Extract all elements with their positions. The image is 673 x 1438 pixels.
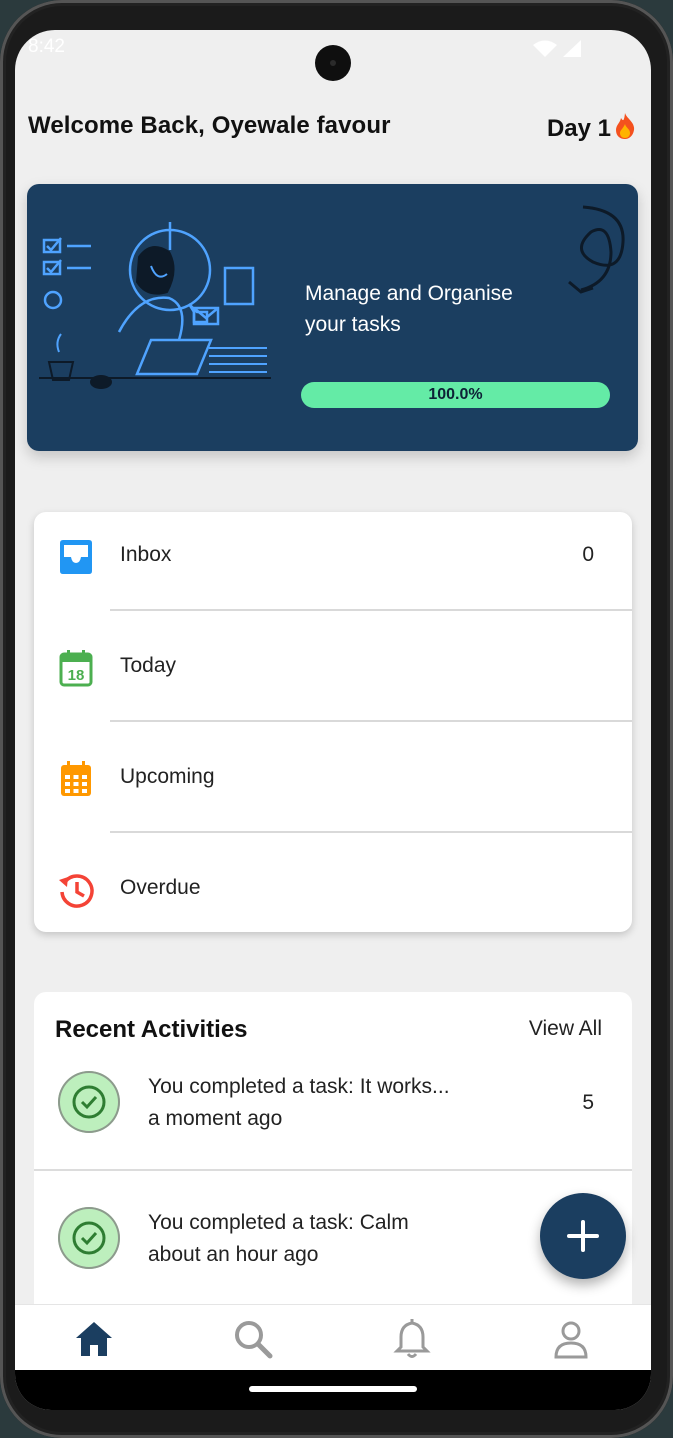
add-task-button[interactable]	[540, 1193, 626, 1279]
menu-item-label: Today	[120, 654, 177, 677]
progress-bar: 100.0%	[301, 382, 610, 408]
menu-item-inbox[interactable]: Inbox 0	[34, 512, 632, 623]
front-camera	[315, 45, 351, 81]
view-all-link[interactable]: View All	[529, 1017, 602, 1041]
home-icon	[76, 1322, 112, 1356]
svg-text:18: 18	[68, 667, 85, 684]
menu-item-label: Inbox	[120, 543, 172, 566]
inbox-icon	[60, 540, 92, 574]
plus-icon	[567, 1220, 599, 1252]
app-screen: 8:42 Welcome Back, Oyewale favour Day 1	[15, 30, 651, 1410]
home-gesture-bar[interactable]	[249, 1386, 417, 1392]
nav-home[interactable]	[72, 1317, 116, 1361]
system-navigation-area	[15, 1370, 651, 1410]
divider	[110, 720, 632, 722]
inbox-count: 0	[582, 543, 594, 566]
activity-time: about an hour ago	[148, 1243, 319, 1266]
nav-profile[interactable]	[549, 1317, 593, 1361]
bottom-navigation	[15, 1304, 651, 1371]
activity-item[interactable]: You completed a task: It works... a mome…	[34, 1071, 632, 1181]
status-time: 8:42	[28, 36, 65, 57]
nav-search[interactable]	[231, 1317, 275, 1361]
welcome-title: Welcome Back, Oyewale favour	[28, 112, 391, 139]
activity-time: a moment ago	[148, 1107, 283, 1130]
progress-banner: Manage and Organise your tasks 100.0%	[27, 184, 638, 451]
activity-count: 5	[582, 1091, 594, 1114]
check-circle-icon	[58, 1207, 120, 1269]
signal-wifi-icon	[533, 40, 581, 57]
nav-notifications[interactable]	[390, 1317, 434, 1361]
menu-item-overdue[interactable]: Overdue	[34, 845, 632, 956]
divider	[34, 1169, 632, 1171]
divider	[110, 609, 632, 611]
task-menu-card: Inbox 0 18 Today Upcoming Overdue	[34, 512, 632, 932]
menu-item-today[interactable]: 18 Today	[34, 623, 632, 734]
menu-item-upcoming[interactable]: Upcoming	[34, 734, 632, 845]
check-circle-icon	[58, 1071, 120, 1133]
divider	[110, 831, 632, 833]
history-icon	[59, 874, 94, 908]
menu-item-label: Overdue	[120, 876, 201, 899]
search-icon	[235, 1321, 273, 1359]
banner-title: Manage and Organise your tasks	[305, 282, 513, 336]
activity-text: You completed a task: Calm	[148, 1211, 409, 1234]
profile-icon	[554, 1321, 588, 1359]
calendar-month-icon	[61, 761, 91, 796]
device-frame: 8:42 Welcome Back, Oyewale favour Day 1	[0, 0, 673, 1438]
bell-icon	[393, 1319, 431, 1358]
work-illustration	[39, 222, 271, 389]
day-streak-label: Day 1	[546, 115, 611, 142]
progress-label: 100.0%	[428, 386, 483, 403]
fire-icon	[616, 113, 635, 139]
menu-item-label: Upcoming	[120, 765, 215, 788]
calendar-today-icon: 18	[59, 650, 93, 687]
swirl-arrow-decoration	[568, 205, 625, 294]
activity-text: You completed a task: It works...	[148, 1075, 450, 1098]
day-streak: Day 1	[547, 112, 637, 143]
recent-activities-title: Recent Activities	[55, 1016, 248, 1043]
